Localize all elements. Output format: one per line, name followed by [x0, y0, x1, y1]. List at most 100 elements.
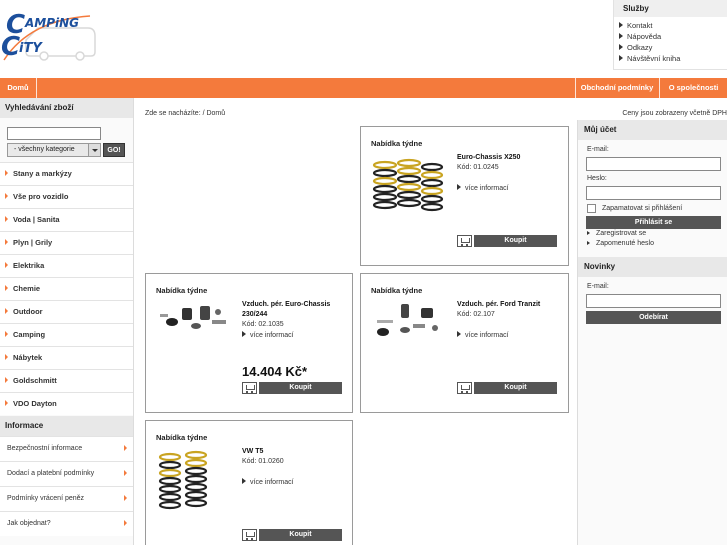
offer-name[interactable]: Euro-Chassis X250: [457, 153, 557, 163]
info-item[interactable]: Podmínky vrácení peněz: [0, 486, 133, 511]
offer-more-link[interactable]: více informací: [457, 184, 509, 192]
account-password-input[interactable]: [586, 186, 721, 200]
arrow-right-icon: [587, 231, 590, 235]
cart-icon[interactable]: [242, 529, 257, 541]
chevron-down-icon[interactable]: [88, 144, 100, 156]
prices-note: Ceny jsou zobrazeny včetně DPH: [622, 110, 727, 117]
buy-button[interactable]: Koupit: [474, 382, 557, 394]
product-image[interactable]: [156, 449, 220, 515]
arrow-right-icon: [5, 170, 8, 176]
category-label: Stany a markýzy: [13, 169, 72, 178]
offer-code: Kód: 01.0245: [457, 164, 499, 171]
offer-more-label: více informací: [465, 332, 509, 339]
newsletter-email-input[interactable]: [586, 294, 721, 308]
services-link-links[interactable]: Odkazy: [619, 42, 727, 53]
category-label: Voda | Sanita: [13, 215, 60, 224]
logo-letter-c-2: C: [1, 32, 21, 62]
arrow-right-icon: [619, 22, 623, 28]
search-go-button[interactable]: GO!: [103, 143, 125, 157]
breadcrumb: Zde se nacházíte: / Domů: [145, 110, 226, 117]
cart-icon[interactable]: [457, 382, 472, 394]
arrow-right-icon: [5, 377, 8, 383]
info-section-title: Informace: [0, 416, 133, 436]
register-link[interactable]: Zaregistrovat se: [587, 230, 646, 237]
category-select-value: - všechny kategorie: [14, 146, 75, 153]
category-label: Goldschmitt: [13, 376, 57, 385]
info-item[interactable]: Jak objednat?: [0, 511, 133, 536]
category-label: Outdoor: [13, 307, 43, 316]
account-email-input[interactable]: [586, 157, 721, 171]
offer-card: Nabídka týdne Vzduch. pér. Ford Tranzit …: [360, 273, 569, 413]
arrow-right-icon: [619, 55, 623, 61]
info-label: Dodací a platební podmínky: [7, 470, 95, 477]
category-list: Stany a markýzy Vše pro vozidlo Voda | S…: [0, 162, 133, 415]
forgot-password-link[interactable]: Zapomenuté heslo: [587, 240, 654, 247]
category-item[interactable]: Voda | Sanita: [0, 208, 133, 231]
arrow-right-icon: [242, 478, 246, 484]
services-link-label: Kontakt: [627, 21, 653, 30]
info-label: Jak objednat?: [7, 520, 51, 527]
account-password-label: Heslo:: [587, 175, 607, 182]
nav-home[interactable]: Domů: [0, 78, 36, 98]
logo-word-camping: AMPiNG: [25, 16, 80, 30]
info-item[interactable]: Bezpečnostní informace: [0, 436, 133, 461]
arrow-right-icon: [124, 520, 127, 526]
offer-more-label: více informací: [465, 185, 509, 192]
product-image[interactable]: [371, 302, 445, 342]
offer-name[interactable]: Vzduch. pér. Euro-Chassis 230/244: [242, 300, 342, 320]
search-input[interactable]: [7, 127, 101, 140]
offer-more-link[interactable]: více informací: [242, 478, 294, 486]
category-item[interactable]: Plyn | Grily: [0, 231, 133, 254]
category-item[interactable]: Outdoor: [0, 300, 133, 323]
product-image[interactable]: [371, 155, 445, 221]
services-link-contact[interactable]: Kontakt: [619, 20, 727, 31]
category-label: Elektrika: [13, 261, 45, 270]
category-item[interactable]: Vše pro vozidlo: [0, 185, 133, 208]
category-item[interactable]: Goldschmitt: [0, 369, 133, 392]
services-link-help[interactable]: Nápověda: [619, 31, 727, 42]
buy-button[interactable]: Koupit: [259, 529, 342, 541]
arrow-right-icon: [457, 184, 461, 190]
buy-button[interactable]: Koupit: [259, 382, 342, 394]
info-label: Podmínky vrácení peněz: [7, 495, 85, 502]
category-item[interactable]: Elektrika: [0, 254, 133, 277]
subscribe-button[interactable]: Odebírat: [586, 311, 721, 324]
services-link-guestbook[interactable]: Návštěvní kniha: [619, 53, 727, 64]
nav-terms[interactable]: Obchodní podmínky: [576, 78, 658, 98]
services-link-label: Návštěvní kniha: [627, 54, 681, 63]
arrow-right-icon: [587, 241, 590, 245]
top-navigation: Domů Obchodní podmínky O společnosti: [0, 78, 727, 98]
buy-button[interactable]: Koupit: [474, 235, 557, 247]
arrow-right-icon: [5, 354, 8, 360]
remember-checkbox[interactable]: [587, 204, 596, 213]
offer-more-link[interactable]: více informací: [457, 331, 509, 339]
offer-card: Nabídka týdne VW T5 Kód: 01.0260 více in…: [145, 420, 353, 545]
cart-icon[interactable]: [457, 235, 472, 247]
offer-code: Kód: 02.1035: [242, 321, 284, 328]
arrow-right-icon: [242, 331, 246, 337]
category-item[interactable]: Nábytek: [0, 346, 133, 369]
category-select[interactable]: - všechny kategorie: [7, 143, 101, 157]
info-item[interactable]: Dodací a platební podmínky: [0, 461, 133, 486]
arrow-right-icon: [124, 470, 127, 476]
account-email-label: E-mail:: [587, 146, 609, 153]
category-item[interactable]: VDO Dayton: [0, 392, 133, 415]
category-item[interactable]: Chemie: [0, 277, 133, 300]
nav-about[interactable]: O společnosti: [660, 78, 727, 98]
login-button[interactable]: Přihlásit se: [586, 216, 721, 229]
info-label: Bezpečnostní informace: [7, 445, 83, 452]
camping-city-logo[interactable]: C AMPiNG C iTY: [0, 8, 100, 62]
services-link-label: Odkazy: [627, 43, 653, 52]
category-item[interactable]: Camping: [0, 323, 133, 346]
search-section-title: Vyhledávání zboží: [0, 98, 133, 118]
product-image[interactable]: [156, 302, 230, 338]
category-item[interactable]: Stany a markýzy: [0, 162, 133, 185]
offer-name[interactable]: Vzduch. pér. Ford Tranzit: [457, 300, 557, 310]
offer-name[interactable]: VW T5: [242, 447, 342, 457]
offer-more-link[interactable]: více informací: [242, 331, 294, 339]
offer-heading: Nabídka týdne: [371, 139, 423, 148]
arrow-right-icon: [619, 33, 623, 39]
arrow-right-icon: [124, 495, 127, 501]
cart-icon[interactable]: [242, 382, 257, 394]
offer-more-label: více informací: [250, 479, 294, 486]
